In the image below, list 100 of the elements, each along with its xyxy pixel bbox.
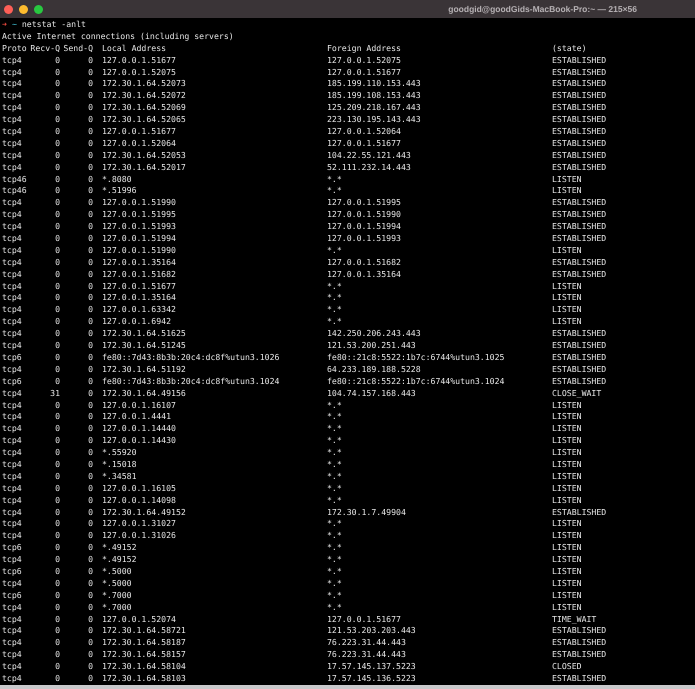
protocol-text: tcp4	[2, 602, 22, 614]
connection-state: ESTABLISHED	[552, 126, 606, 138]
local-address: fe80::7d43:8b3b:20c4:dc8f%utun3.1024	[102, 376, 280, 388]
send-q-value: 0	[88, 102, 93, 114]
foreign-address: *.*	[327, 566, 342, 578]
local-address: 127.0.0.1.14440	[102, 423, 176, 436]
connection-state: ESTABLISHED	[552, 506, 606, 518]
prompt-directory: ~	[12, 19, 17, 31]
connection-state: ESTABLISHED	[552, 221, 606, 234]
connection-state: ESTABLISHED	[552, 54, 606, 67]
foreign-address: 185.199.110.153.443	[327, 78, 421, 90]
foreign-address: *.*	[327, 411, 342, 424]
send-q-value: 0	[88, 554, 93, 566]
protocol-text: tcp4	[2, 280, 22, 292]
local-address: *.49152	[102, 554, 137, 566]
minimize-icon[interactable]	[19, 4, 28, 14]
foreign-address: 127.0.0.1.51677	[327, 138, 401, 150]
connection-state: LISTEN	[552, 602, 582, 614]
foreign-address: 76.223.31.44.443	[327, 649, 406, 662]
foreign-address: 104.74.157.168.443	[327, 388, 416, 400]
foreign-address: 127.0.0.1.51990	[327, 209, 401, 222]
send-q-value: 0	[88, 637, 93, 650]
protocol-text: tcp4	[2, 423, 22, 436]
connection-state: ESTABLISHED	[552, 114, 606, 126]
recv-q-value: 0	[55, 423, 60, 436]
connection-state: ESTABLISHED	[552, 150, 606, 162]
foreign-address: 17.57.145.136.5223	[327, 672, 416, 685]
send-q-value: 0	[88, 256, 93, 269]
protocol-text: tcp4	[2, 197, 22, 210]
local-address: 172.30.1.64.49152	[102, 506, 186, 518]
local-address: *.51996	[102, 185, 137, 198]
protocol-text: tcp4	[2, 447, 22, 459]
foreign-address: *.*	[327, 423, 342, 436]
send-q-value: 0	[88, 649, 93, 662]
protocol-text: tcp4	[2, 530, 22, 542]
foreign-address: 127.0.0.1.51682	[327, 256, 401, 269]
connection-state: ESTABLISHED	[552, 197, 606, 210]
local-address: 127.0.0.1.52075	[102, 66, 176, 78]
local-address: 172.30.1.64.58104	[102, 661, 186, 673]
local-address: 127.0.0.1.16105	[102, 482, 176, 495]
local-address: 172.30.1.64.58721	[102, 625, 186, 638]
column-header: Foreign Address	[327, 42, 401, 55]
recv-q-value: 0	[55, 625, 60, 638]
send-q-value: 0	[88, 458, 93, 471]
foreign-address: 104.22.55.121.443	[327, 150, 411, 162]
recv-q-value: 0	[55, 566, 60, 578]
foreign-address: 127.0.0.1.51677	[327, 614, 401, 626]
recv-q-value: 0	[55, 292, 60, 304]
protocol-text: tcp4	[2, 554, 22, 566]
foreign-address: fe80::21c8:5522:1b7c:6744%utun3.1024	[327, 376, 504, 388]
zoom-icon[interactable]	[34, 4, 43, 14]
recv-q-value: 0	[55, 102, 60, 114]
protocol-text: tcp4	[2, 649, 22, 662]
connection-state: ESTABLISHED	[552, 233, 606, 245]
foreign-address: *.*	[327, 174, 342, 186]
recv-q-value: 0	[55, 233, 60, 245]
recv-q-value: 0	[55, 78, 60, 90]
output-heading: Active Internet connections (including servers)	[2, 30, 234, 43]
connection-state: LISTEN	[552, 590, 582, 602]
local-address: 127.0.0.1.51682	[102, 268, 176, 281]
send-q-value: 0	[88, 447, 93, 459]
foreign-address: 121.53.200.251.443	[327, 340, 416, 352]
recv-q-value: 0	[55, 316, 60, 328]
foreign-address: *.*	[327, 435, 342, 448]
connection-state: ESTABLISHED	[552, 102, 606, 114]
protocol-text: tcp6	[2, 542, 22, 554]
local-address: *.5000	[102, 566, 132, 578]
protocol-text: tcp4	[2, 494, 22, 507]
local-address: 172.30.1.64.51192	[102, 364, 186, 376]
protocol-text: tcp4	[2, 661, 22, 673]
foreign-address: 52.111.232.14.443	[327, 162, 411, 174]
connection-state: LISTEN	[552, 174, 582, 186]
send-q-value: 0	[88, 364, 93, 376]
column-header: Local Address	[102, 42, 166, 55]
protocol-text: tcp4	[2, 400, 22, 412]
recv-q-value: 0	[55, 376, 60, 388]
recv-q-value: 0	[55, 138, 60, 150]
column-header: Proto	[2, 42, 27, 55]
local-address: 127.0.0.1.51994	[102, 233, 176, 245]
recv-q-value: 0	[55, 542, 60, 554]
recv-q-value: 0	[55, 304, 60, 316]
protocol-text: tcp4	[2, 411, 22, 424]
foreign-address: *.*	[327, 518, 342, 530]
close-icon[interactable]	[4, 4, 13, 14]
protocol-text: tcp6	[2, 376, 22, 388]
local-address: 172.30.1.64.52053	[102, 150, 186, 162]
connection-state: ESTABLISHED	[552, 328, 606, 340]
connection-state: TIME_WAIT	[552, 614, 596, 626]
connection-state: ESTABLISHED	[552, 352, 606, 364]
protocol-text: tcp4	[2, 256, 22, 269]
send-q-value: 0	[88, 566, 93, 578]
recv-q-value: 0	[55, 221, 60, 234]
connection-state: CLOSE_WAIT	[552, 388, 602, 400]
connection-state: ESTABLISHED	[552, 672, 606, 685]
recv-q-value: 0	[55, 602, 60, 614]
foreign-address: *.*	[327, 292, 342, 304]
local-address: fe80::7d43:8b3b:20c4:dc8f%utun3.1026	[102, 352, 280, 364]
connection-state: ESTABLISHED	[552, 162, 606, 174]
local-address: 127.0.0.1.31027	[102, 518, 176, 530]
local-address: *.55920	[102, 447, 137, 459]
